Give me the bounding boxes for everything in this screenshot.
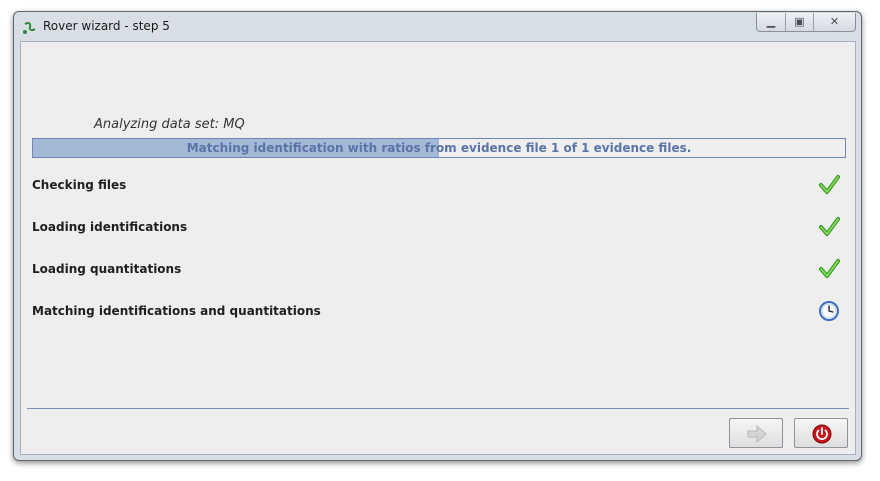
progress-bar: Matching identification with ratios from…	[32, 138, 846, 158]
minimize-icon: ▁	[766, 15, 776, 28]
window-title: Rover wizard - step 5	[43, 19, 170, 33]
maximize-button[interactable]: ▣	[785, 13, 813, 31]
step-matching: Matching identifications and quantitatio…	[32, 304, 321, 318]
step-loading-quantitations: Loading quantitations	[32, 262, 182, 276]
wizard-content: Analyzing data set: MQ Matching identifi…	[20, 41, 856, 455]
title-bar[interactable]: Rover wizard - step 5 ▁ ▣ ✕	[14, 12, 861, 42]
exit-button[interactable]	[794, 418, 848, 448]
step-checking-files: Checking files	[32, 178, 127, 192]
clock-icon	[819, 301, 839, 321]
minimize-button[interactable]: ▁	[757, 13, 785, 31]
check-icon	[819, 217, 840, 236]
step-loading-identifications: Loading identifications	[32, 220, 188, 234]
window-controls: ▁ ▣ ✕	[756, 13, 856, 32]
power-icon	[812, 424, 832, 444]
rover-app-icon	[23, 22, 36, 34]
close-button[interactable]: ✕	[813, 13, 855, 31]
check-icon	[819, 175, 840, 194]
analyzing-label: Analyzing data set: MQ	[94, 117, 245, 132]
check-icon	[819, 259, 840, 278]
wizard-window: Rover wizard - step 5 ▁ ▣ ✕ Analyzing da…	[13, 11, 862, 461]
next-button[interactable]	[729, 418, 783, 448]
arrow-right-icon	[747, 424, 767, 444]
maximize-icon: ▣	[794, 15, 805, 28]
close-icon: ✕	[829, 15, 840, 28]
footer-divider	[27, 408, 849, 409]
progress-text: Matching identification with ratios from…	[186, 141, 692, 155]
